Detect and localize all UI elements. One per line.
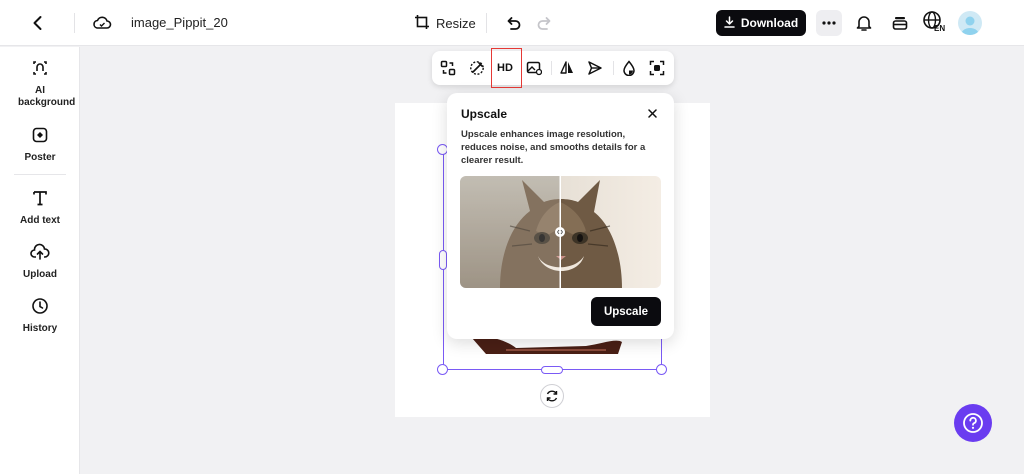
sidebar-item-label: Add text [20,215,60,226]
sidebar-item-label: Poster [24,152,56,163]
focus-icon[interactable] [645,56,669,80]
replace-icon[interactable] [436,56,460,80]
resize-icon [414,14,430,33]
sidebar-divider [14,174,66,175]
resize-handle-bottom-right[interactable] [656,364,667,375]
popover-title: Upscale [461,107,508,121]
toolbar-divider [551,61,552,75]
magic-eraser-icon[interactable] [465,56,489,80]
question-icon [963,413,983,433]
redo-icon[interactable] [534,11,556,35]
sidebar-item-upload[interactable]: Upload [0,243,80,281]
resize-handle-bottom[interactable] [541,366,563,374]
resize-label: Resize [436,15,476,31]
notification-bell-icon[interactable] [852,11,876,35]
language-code: EN [934,24,946,33]
sidebar-item-history[interactable]: History [0,297,80,335]
close-icon[interactable] [645,106,659,120]
resize-handle-bottom-left[interactable] [437,364,448,375]
divider [486,13,487,33]
hd-highlight-box [491,48,522,88]
more-options-button[interactable] [816,10,842,36]
download-label: Download [740,16,799,30]
divider [74,13,75,33]
resize-button[interactable]: Resize [414,11,476,35]
cloud-sync-icon[interactable] [90,11,114,35]
sidebar-item-ai-background[interactable]: AI background [0,59,80,109]
ai-background-icon [31,59,49,82]
rotate-icon [546,390,558,402]
clock-icon [31,297,49,320]
sidebar-item-label: AI background [18,85,76,108]
sidebar: AI background Poster Add text Upload His… [0,47,80,474]
layers-icon[interactable] [888,11,912,35]
undo-icon[interactable] [502,11,524,35]
rotate-button[interactable] [540,384,564,408]
upscale-button[interactable]: Upscale [591,297,661,326]
download-button[interactable]: Download [716,10,806,36]
file-name[interactable]: image_Pippit_20 [131,15,228,30]
cloud-upload-icon [30,243,50,266]
poster-icon [31,126,49,149]
back-icon[interactable] [26,11,50,35]
toolbar-divider [613,61,614,75]
resize-handle-left[interactable] [439,250,447,270]
help-button[interactable] [954,404,992,442]
flip-icon[interactable] [555,56,579,80]
sidebar-item-poster[interactable]: Poster [0,126,80,164]
before-after-preview-image [460,176,661,288]
send-icon[interactable] [583,56,607,80]
image-background-icon[interactable] [522,56,546,80]
upscale-popover: Upscale Upscale enhances image resolutio… [447,93,674,339]
sidebar-item-add-text[interactable]: Add text [0,189,80,227]
download-icon [724,15,735,31]
top-bar: image_Pippit_20 Resize Download EN [0,0,1024,46]
popover-description: Upscale enhances image resolution, reduc… [461,129,646,166]
avatar[interactable] [958,11,982,35]
image-edit-toolbar: HD [432,51,674,85]
more-icon [822,21,836,25]
sidebar-item-label: History [22,323,58,334]
opacity-icon[interactable] [617,56,641,80]
text-icon [31,189,49,212]
sidebar-item-label: Upload [23,269,57,280]
